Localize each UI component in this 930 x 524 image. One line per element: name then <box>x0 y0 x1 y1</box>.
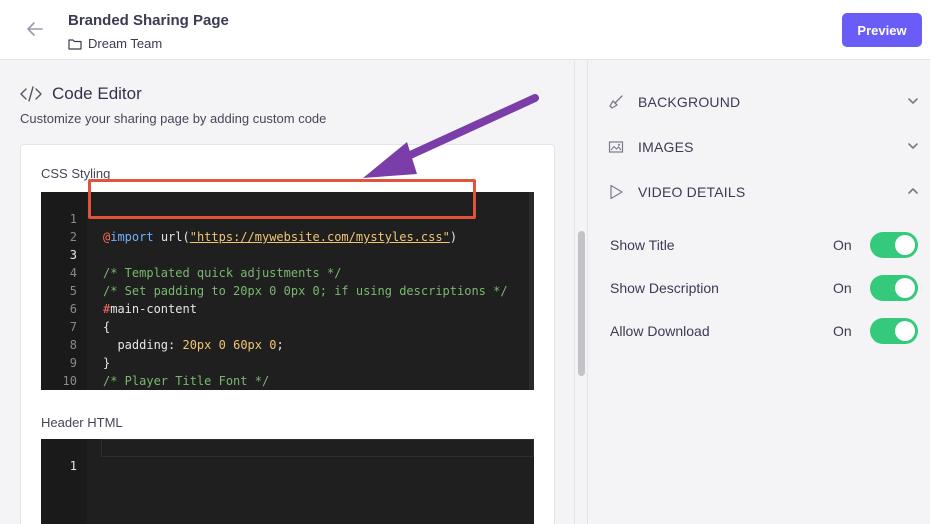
show-description-state: On <box>833 280 852 296</box>
code-text: /* Set padding to 20px 0 0px 0; if using… <box>103 284 508 298</box>
code-line: 9 /* Player Title Font */ <box>41 336 269 388</box>
show-title-state: On <box>833 237 852 253</box>
chevron-down-icon <box>908 143 918 149</box>
images-section-label: IMAGES <box>638 139 694 155</box>
line-number: 1 <box>69 459 77 473</box>
allow-download-label: Allow Download <box>610 323 710 339</box>
page-scrollbar[interactable] <box>576 61 588 524</box>
chevron-up-icon <box>908 188 918 194</box>
brush-icon <box>609 95 623 109</box>
code-text: @import url("https://mywebsite.com/mysty… <box>103 230 458 244</box>
code-line: 7 padding: 20px 0 60px 0; <box>41 300 284 352</box>
allow-download-state: On <box>833 323 852 339</box>
show-description-toggle[interactable] <box>870 275 918 301</box>
show-description-setting: Show Description On <box>610 275 920 301</box>
code-line: 10 #sharing-stage #name-header h1 {font-… <box>41 354 99 388</box>
editor-header: Code Editor <box>20 84 142 104</box>
code-scrollbar[interactable] <box>529 192 534 390</box>
top-bar: Branded Sharing Page Dream Team Preview <box>0 0 930 60</box>
code-line: 6 { <box>41 282 110 334</box>
code-text: #main-content <box>103 302 197 316</box>
images-section-toggle[interactable]: IMAGES <box>608 135 920 159</box>
code-text: /* Templated quick adjustments */ <box>103 266 342 280</box>
annotation-arrow-icon <box>363 94 539 178</box>
header-html-label: Header HTML <box>41 415 123 430</box>
show-title-setting: Show Title On <box>610 232 920 258</box>
scrollbar-thumb[interactable] <box>578 231 585 376</box>
show-description-label: Show Description <box>610 280 719 296</box>
folder-icon <box>68 38 82 50</box>
code-line: 5 #main-content <box>41 264 197 316</box>
preview-button[interactable]: Preview <box>842 13 922 47</box>
show-title-toggle[interactable] <box>870 232 918 258</box>
editor-title: Code Editor <box>52 84 142 103</box>
folder-breadcrumb[interactable]: Dream Team <box>68 36 162 51</box>
css-code-editor[interactable]: 1 @import url("https://mywebsite.com/mys… <box>41 192 534 390</box>
background-section-label: BACKGROUND <box>638 94 741 110</box>
allow-download-setting: Allow Download On <box>610 318 920 344</box>
video-details-section-label: VIDEO DETAILS <box>638 184 746 200</box>
toggle-knob <box>895 235 915 255</box>
allow-download-toggle[interactable] <box>870 318 918 344</box>
image-icon <box>608 141 624 153</box>
active-line-highlight <box>101 439 534 457</box>
code-line: 11 font-weight: 400; <box>41 372 99 390</box>
code-text: padding: 20px 0 60px 0; <box>103 338 284 352</box>
code-line: 4 /* Set padding to 20px 0 0px 0; if usi… <box>41 246 508 298</box>
folder-name: Dream Team <box>88 36 163 51</box>
video-details-section-toggle[interactable]: VIDEO DETAILS <box>608 180 920 204</box>
code-line: 3 /* Templated quick adjustments */ <box>41 228 342 280</box>
show-title-label: Show Title <box>610 237 675 253</box>
code-text: } <box>103 356 111 370</box>
code-text: /* Player Title Font */ <box>103 374 270 388</box>
chevron-down-icon <box>908 98 918 104</box>
background-section-toggle[interactable]: BACKGROUND <box>608 90 920 114</box>
code-line: 1 <box>41 439 99 473</box>
toggle-knob <box>895 278 915 298</box>
code-text: { <box>103 320 111 334</box>
play-icon <box>610 184 623 200</box>
toggle-knob <box>895 321 915 341</box>
settings-panel: BACKGROUND IMAGES VIDEO DETAILS Show Tit… <box>589 61 930 524</box>
editor-subtitle: Customize your sharing page by adding cu… <box>20 111 327 126</box>
page-title: Branded Sharing Page <box>68 12 229 29</box>
code-line: 8 } <box>41 318 110 370</box>
code-icon <box>20 86 42 102</box>
arrow-left-icon[interactable] <box>24 18 46 40</box>
header-html-editor[interactable]: 1 <box>41 439 534 524</box>
